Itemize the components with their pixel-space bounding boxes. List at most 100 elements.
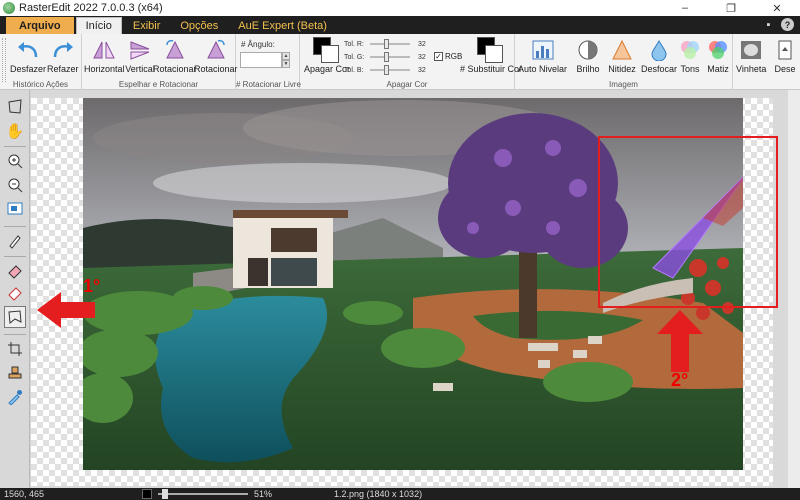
more-effects-button[interactable]: Dese: [770, 37, 800, 74]
save-icon[interactable]: ▪: [762, 18, 775, 31]
ribbon-grip: [2, 38, 6, 82]
zoom-out-tool[interactable]: [4, 174, 26, 196]
background-eraser-tool[interactable]: [4, 282, 26, 304]
lasso-tool[interactable]: [4, 306, 26, 328]
pan-tool[interactable]: ✋: [4, 120, 26, 142]
tolerance-b: Tol. B: 32: [344, 65, 426, 75]
water-drop-icon: [644, 37, 674, 63]
group-label-history: Histórico Ações: [12, 80, 69, 89]
angle-label: # Ângulo:: [241, 40, 275, 49]
eyedropper-tool[interactable]: [4, 386, 26, 408]
group-image: Auto Nivelar Brilho Nitidez Desfocar Ton…: [515, 34, 733, 90]
stamp-tool[interactable]: [4, 362, 26, 384]
pen-icon: [9, 235, 21, 249]
rgb-checkbox[interactable]: ✓ RGB: [434, 52, 462, 61]
stamp-icon: [8, 366, 22, 379]
sharpness-button[interactable]: Nitidez: [607, 37, 637, 74]
menu-bar: Arquivo Início Exibir Opções AuE Expert …: [0, 16, 800, 34]
arrow-up-icon: [657, 310, 703, 372]
more-icon: [770, 37, 800, 63]
zoom-level: 51%: [254, 489, 273, 499]
redo-button[interactable]: Refazer: [47, 37, 79, 74]
help-icon[interactable]: ?: [781, 18, 794, 31]
sharpness-icon: [607, 37, 637, 63]
highlight-box: [598, 136, 778, 308]
close-button[interactable]: ✕: [754, 0, 800, 16]
redo-icon: [48, 37, 78, 63]
tab-aue-expert[interactable]: AuE Expert (Beta): [229, 17, 336, 34]
angle-input[interactable]: [240, 52, 282, 68]
zoom-out-icon: [8, 178, 23, 193]
step1-label: 1°: [83, 276, 101, 296]
undo-icon: [13, 37, 43, 63]
group-label-free-rotate: # Rotacionar Livre: [236, 80, 301, 89]
auto-level-button[interactable]: Auto Nivelar: [518, 37, 567, 74]
zoom-color-swatch: [142, 489, 152, 499]
flip-horizontal-button[interactable]: Horizontal: [84, 37, 125, 74]
eraser-tool[interactable]: [4, 260, 26, 282]
hue-button[interactable]: Matiz: [703, 37, 733, 74]
blur-button[interactable]: Desfocar: [641, 37, 677, 74]
background-eraser-icon: [8, 287, 22, 301]
tolerance-b-slider[interactable]: [370, 65, 410, 75]
tolerance-g-slider[interactable]: [370, 52, 410, 62]
canvas-area[interactable]: 1° 2°: [31, 90, 800, 488]
replace-color-button[interactable]: # Substituir Cor: [460, 37, 522, 74]
histogram-icon: [528, 37, 558, 63]
tolerance-g: Tol. G: 32: [344, 52, 426, 62]
crop-icon: [8, 342, 22, 356]
group-label-mirror: Espelhar e Rotacionar: [118, 80, 199, 89]
tab-exibir[interactable]: Exibir: [124, 17, 170, 34]
lasso-icon: [8, 310, 22, 324]
tolerance-r: Tol. R: 32: [344, 39, 426, 49]
eraser-icon: [8, 265, 22, 279]
rotate-right-icon: [201, 37, 231, 63]
replace-color-icon: [476, 37, 506, 63]
tab-inicio[interactable]: Início: [75, 17, 122, 34]
undo-button[interactable]: Desfazer: [10, 37, 46, 74]
tab-opcoes[interactable]: Opções: [171, 17, 227, 34]
crop-tool[interactable]: [4, 338, 26, 360]
vignette-button[interactable]: Vinheta: [736, 37, 766, 74]
vignette-icon: [736, 37, 766, 63]
fit-window-icon: [7, 202, 23, 215]
select-icon: [8, 99, 22, 114]
vertical-scrollbar[interactable]: [788, 90, 800, 488]
tools-panel: ✋: [0, 90, 30, 488]
flip-vertical-button[interactable]: Vertical: [125, 37, 155, 74]
tab-arquivo[interactable]: Arquivo: [6, 17, 74, 34]
pen-tool[interactable]: [4, 230, 26, 252]
ribbon: Desfazer Refazer Histórico Ações Horizon…: [0, 34, 800, 90]
minimize-button[interactable]: –: [662, 0, 708, 16]
window-title: RasterEdit 2022 7.0.0.3 (x64): [19, 2, 163, 14]
title-bar: RasterEdit 2022 7.0.0.3 (x64) – ❐ ✕: [0, 0, 800, 16]
zoom-slider-thumb[interactable]: [162, 489, 168, 499]
tolerance-r-slider[interactable]: [370, 39, 410, 49]
group-mirror-rotate: Horizontal Vertical Rotacionar Rotaciona…: [82, 34, 238, 90]
brightness-icon: [573, 37, 603, 63]
group-label-image: Imagem: [609, 80, 638, 89]
group-clear-color: Apagar Cor Tol. R: 32 Tol. G: 32 Tol. B:…: [300, 34, 522, 90]
group-history: Desfazer Refazer Histórico Ações: [0, 34, 82, 90]
restore-button[interactable]: ❐: [708, 0, 754, 16]
cursor-coordinates: 1560, 465: [4, 489, 45, 499]
zoom-in-tool[interactable]: [4, 150, 26, 172]
fit-window-tool[interactable]: [4, 198, 26, 220]
flip-horizontal-icon: [89, 37, 119, 63]
rotate-right-button[interactable]: Rotacionar: [194, 37, 238, 74]
tones-button[interactable]: Tons: [675, 37, 705, 74]
group-label-clear-color: Apagar Cor: [386, 80, 428, 89]
flip-vertical-icon: [125, 37, 155, 63]
select-tool[interactable]: [4, 96, 26, 118]
rotate-left-button[interactable]: Rotacionar: [153, 37, 197, 74]
brightness-button[interactable]: Brilho: [573, 37, 603, 74]
rotate-left-icon: [160, 37, 190, 63]
angle-spinner[interactable]: ▲ ▼: [282, 52, 290, 68]
hand-icon: ✋: [5, 123, 25, 140]
tones-icon: [675, 37, 705, 63]
zoom-slider[interactable]: [158, 493, 248, 495]
status-bar: 1560, 465 51% 1.2.png (1840 x 1032): [0, 488, 800, 500]
group-free-rotate: # Ângulo: ▲ ▼ # Rotacionar Livre: [236, 34, 301, 90]
step2-label: 2°: [671, 370, 689, 390]
app-logo-icon: [3, 2, 15, 14]
